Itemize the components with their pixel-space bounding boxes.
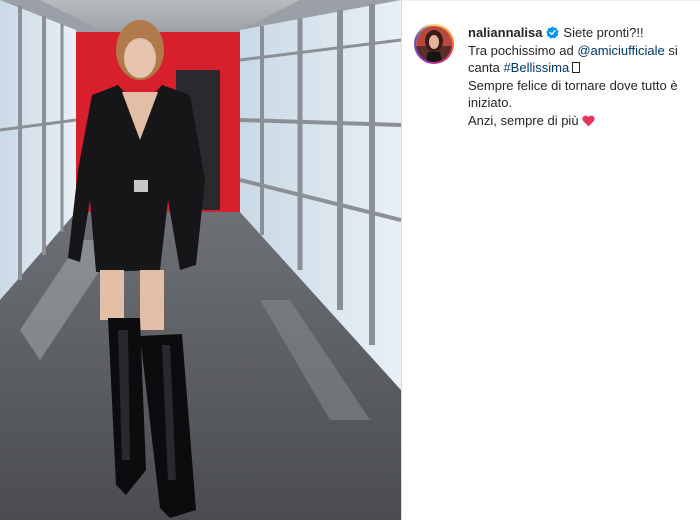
- caption-line-6: Anzi, sempre di più: [468, 112, 700, 130]
- panel-top-border: [402, 0, 700, 1]
- profile-avatar[interactable]: [414, 24, 454, 64]
- photo-illustration: [0, 0, 401, 520]
- heart-icon: [582, 115, 595, 126]
- missing-glyph-icon: [572, 62, 581, 73]
- caption-text-2: Tra pochissimo ad: [468, 42, 574, 58]
- username-link[interactable]: naliannalisa: [468, 25, 542, 40]
- caption-line-1: naliannalisa Siete pronti?!!: [468, 24, 700, 42]
- hashtag-link[interactable]: #Bellissima: [503, 60, 569, 75]
- post-caption: naliannalisa Siete pronti?!! Tra pochissi…: [468, 24, 700, 129]
- post-photo[interactable]: [0, 0, 401, 520]
- caption-line-5: iniziato.: [468, 95, 513, 110]
- caption-text-6: Anzi, sempre di più: [468, 112, 579, 128]
- caption-panel: naliannalisa Siete pronti?!! Tra pochissi…: [402, 0, 700, 520]
- caption-line-4: Sempre felice di tornare dove tutto è: [468, 77, 678, 93]
- caption-line-3: canta #Bellissima: [468, 59, 700, 77]
- avatar-image: [416, 26, 452, 62]
- caption-line-2: Tra pochissimo ad @amiciufficiale si: [468, 42, 700, 60]
- caption-text-3: canta: [468, 60, 500, 75]
- verified-badge-icon: [546, 26, 560, 39]
- mention-link[interactable]: @amiciufficiale: [577, 43, 664, 58]
- avatar-picture: [416, 26, 452, 62]
- caption-text-1: Siete pronti?!!: [563, 25, 644, 40]
- caption-text-2-end: si: [668, 42, 678, 58]
